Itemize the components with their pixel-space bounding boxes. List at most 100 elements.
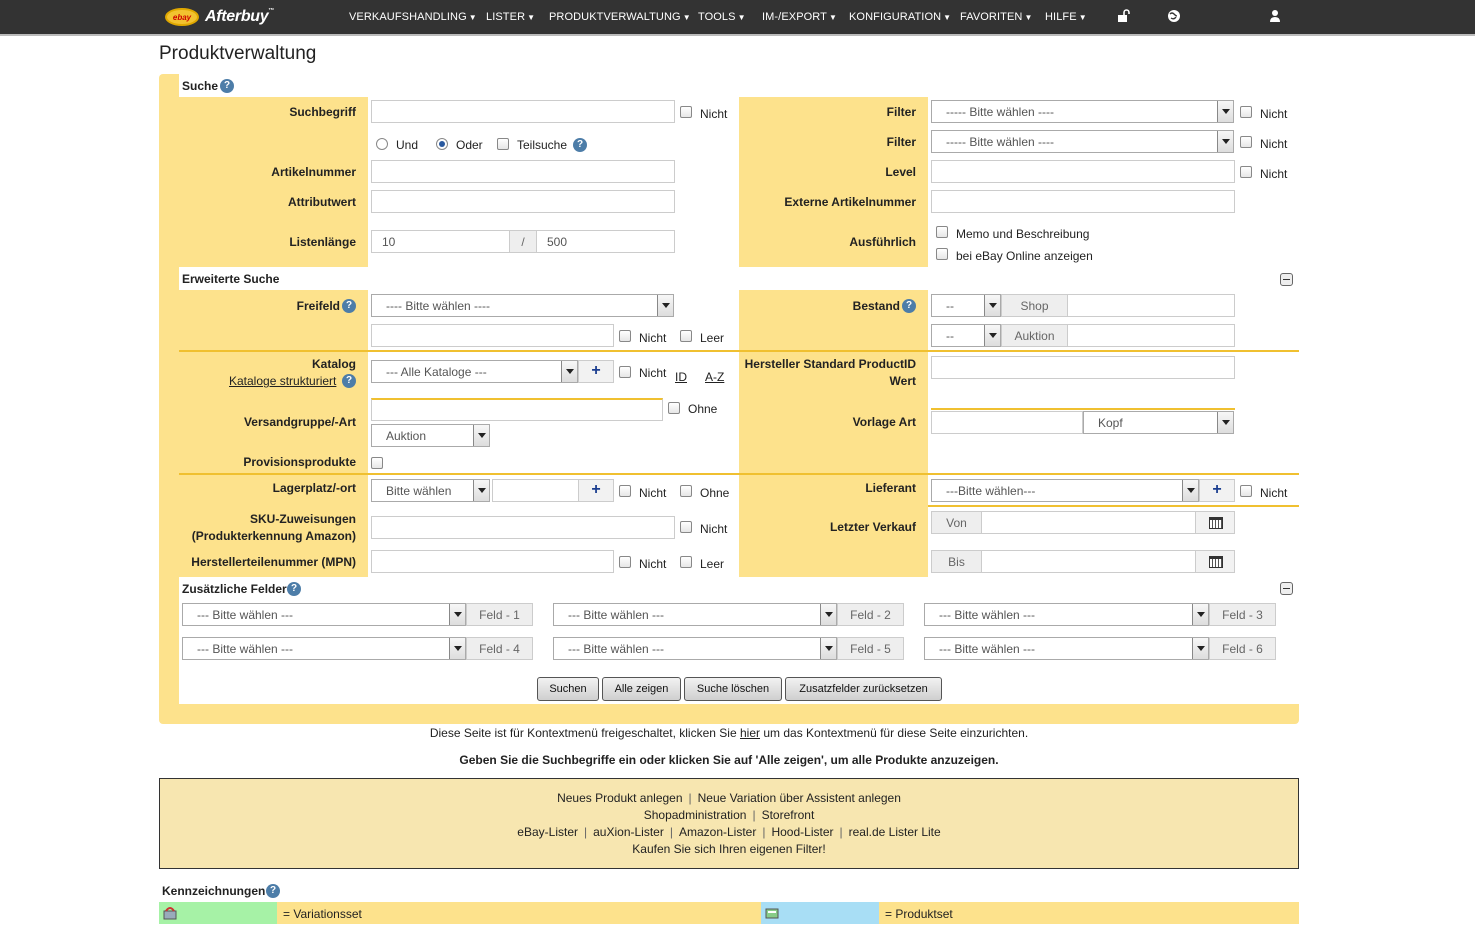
zusatz-6-select[interactable]: --- Bitte wählen --- <box>924 637 1209 660</box>
nav-lister[interactable]: LISTER ▼ <box>486 11 535 23</box>
sku-input[interactable] <box>371 516 675 539</box>
sort-id-link[interactable]: ID <box>675 370 687 384</box>
mpn-nicht-checkbox[interactable] <box>619 556 631 568</box>
versandgruppe-input[interactable] <box>371 398 663 421</box>
lagerplatz-add-button[interactable]: + <box>578 479 614 502</box>
feld-5-input[interactable]: Feld - 5 <box>837 637 904 660</box>
afterbuy-logo[interactable]: ebay Afterbuy™ <box>165 6 274 28</box>
radio-und[interactable] <box>376 138 388 150</box>
collapse-erweitert-icon[interactable] <box>1280 273 1293 286</box>
nav-im-export[interactable]: IM-/EXPORT ▼ <box>762 11 837 23</box>
versandart-select[interactable]: Auktion <box>371 424 490 447</box>
teilsuche-checkbox[interactable] <box>497 138 509 150</box>
feld-4-input[interactable]: Feld - 4 <box>466 637 533 660</box>
help-icon[interactable]: ? <box>342 299 356 313</box>
zusatz-4-select[interactable]: --- Bitte wählen --- <box>182 637 466 660</box>
hersteller-productid-input[interactable] <box>931 356 1235 379</box>
suchbegriff-input[interactable] <box>371 100 675 123</box>
freifeld-nicht-checkbox[interactable] <box>619 330 631 342</box>
collapse-zusatz-icon[interactable] <box>1280 582 1293 595</box>
help-icon[interactable]: ? <box>342 374 356 388</box>
versand-ohne-checkbox[interactable] <box>668 402 680 414</box>
help-icon[interactable]: ? <box>220 79 234 93</box>
filter-1-nicht-checkbox[interactable] <box>1240 106 1252 118</box>
feld-6-input[interactable]: Feld - 6 <box>1209 637 1276 660</box>
mpn-leer-checkbox[interactable] <box>680 556 692 568</box>
suchen-button[interactable]: Suchen <box>537 677 599 701</box>
link-neues-produkt[interactable]: Neues Produkt anlegen <box>557 791 682 805</box>
link-eigener-filter[interactable]: Kaufen Sie sich Ihren eigenen Filter! <box>632 842 825 856</box>
link-shopadministration[interactable]: Shopadministration <box>644 808 747 822</box>
sku-nicht-checkbox[interactable] <box>680 521 692 533</box>
lieferant-add-button[interactable]: + <box>1199 479 1235 502</box>
bestand-shop-operator-select[interactable]: -- <box>931 294 1001 317</box>
calendar-von-button[interactable] <box>1195 511 1235 534</box>
attributwert-input[interactable] <box>371 190 675 213</box>
link-storefront[interactable]: Storefront <box>762 808 815 822</box>
vorlage-input[interactable] <box>931 411 1083 434</box>
artikelnummer-input[interactable] <box>371 160 675 183</box>
help-icon[interactable]: ? <box>266 884 280 898</box>
link-amazon-lister[interactable]: Amazon-Lister <box>679 825 756 839</box>
user-icon[interactable] <box>1268 9 1282 23</box>
bestand-auktion-operator-select[interactable]: -- <box>931 324 1001 347</box>
calendar-bis-button[interactable] <box>1195 550 1235 573</box>
context-menu-link[interactable]: hier <box>740 726 760 740</box>
link-neue-variation[interactable]: Neue Variation über Assistent anlegen <box>698 791 901 805</box>
zusatzfelder-zuruecksetzen-button[interactable]: Zusatzfelder zurücksetzen <box>785 677 942 701</box>
nav-tools[interactable]: TOOLS ▼ <box>698 11 746 23</box>
verkauf-von-input[interactable] <box>981 511 1196 534</box>
mpn-input[interactable] <box>371 550 614 573</box>
globe-icon[interactable] <box>1167 9 1181 23</box>
lagerplatz-nicht-checkbox[interactable] <box>619 485 631 497</box>
lagerplatz-input[interactable] <box>492 479 579 502</box>
suche-loeschen-button[interactable]: Suche löschen <box>684 677 782 701</box>
lagerplatz-select[interactable]: Bitte wählen <box>371 479 490 502</box>
nav-favoriten[interactable]: FAVORITEN ▼ <box>960 11 1032 23</box>
provisionsprodukte-checkbox[interactable] <box>371 457 383 469</box>
feld-3-input[interactable]: Feld - 3 <box>1209 603 1276 626</box>
link-auxion-lister[interactable]: auXion-Lister <box>593 825 664 839</box>
unlock-icon[interactable] <box>1117 9 1131 23</box>
zusatz-5-select[interactable]: --- Bitte wählen --- <box>553 637 837 660</box>
zusatz-2-select[interactable]: --- Bitte wählen --- <box>553 603 837 626</box>
ebay-online-checkbox[interactable] <box>936 248 948 260</box>
freifeld-value-input[interactable] <box>371 324 614 347</box>
lieferant-nicht-checkbox[interactable] <box>1240 485 1252 497</box>
sort-az-link[interactable]: A-Z <box>705 370 724 384</box>
help-icon[interactable]: ? <box>573 138 587 152</box>
help-icon[interactable]: ? <box>902 299 916 313</box>
externe-artikelnummer-input[interactable] <box>931 190 1235 213</box>
filter-1-select[interactable]: ----- Bitte wählen ---- <box>931 100 1234 123</box>
memo-checkbox[interactable] <box>936 226 948 238</box>
bestand-shop-input[interactable] <box>1067 294 1235 317</box>
freifeld-select[interactable]: ---- Bitte wählen ---- <box>371 294 674 317</box>
freifeld-leer-checkbox[interactable] <box>680 330 692 342</box>
feld-2-input[interactable]: Feld - 2 <box>837 603 904 626</box>
nav-verkaufshandling[interactable]: VERKAUFSHANDLING ▼ <box>349 11 477 23</box>
filter-2-nicht-checkbox[interactable] <box>1240 136 1252 148</box>
katalog-add-button[interactable]: + <box>578 360 614 383</box>
verkauf-bis-input[interactable] <box>981 550 1196 573</box>
bestand-auktion-input[interactable] <box>1067 324 1235 347</box>
help-icon[interactable]: ? <box>287 582 301 596</box>
katalog-nicht-checkbox[interactable] <box>619 366 631 378</box>
lagerplatz-ohne-checkbox[interactable] <box>680 485 692 497</box>
feld-1-input[interactable]: Feld - 1 <box>466 603 533 626</box>
nav-hilfe[interactable]: HILFE ▼ <box>1045 11 1087 23</box>
suchbegriff-nicht-checkbox[interactable] <box>680 106 692 118</box>
level-nicht-checkbox[interactable] <box>1240 166 1252 178</box>
listenlaenge-input[interactable] <box>371 230 510 253</box>
link-ebay-lister[interactable]: eBay-Lister <box>517 825 578 839</box>
zusatz-3-select[interactable]: --- Bitte wählen --- <box>924 603 1209 626</box>
alle-zeigen-button[interactable]: Alle zeigen <box>602 677 681 701</box>
link-hood-lister[interactable]: Hood-Lister <box>771 825 833 839</box>
link-real-lister[interactable]: real.de Lister Lite <box>849 825 941 839</box>
listenlaenge-max-input[interactable] <box>536 230 675 253</box>
radio-oder[interactable] <box>436 138 448 150</box>
filter-2-select[interactable]: ----- Bitte wählen ---- <box>931 130 1234 153</box>
lieferant-select[interactable]: ---Bitte wählen--- <box>931 479 1199 502</box>
kataloge-strukturiert-link[interactable]: Kataloge strukturiert <box>229 374 336 388</box>
zusatz-1-select[interactable]: --- Bitte wählen --- <box>182 603 466 626</box>
nav-konfiguration[interactable]: KONFIGURATION ▼ <box>849 11 951 23</box>
